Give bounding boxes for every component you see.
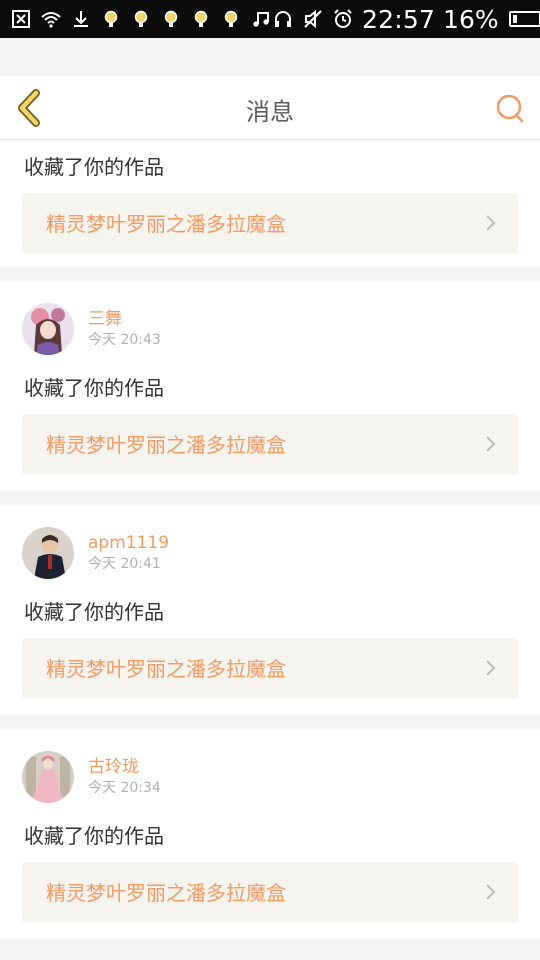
user-row: 古玲珑 今天 20:34	[22, 750, 161, 804]
status-right: 22:57 16%	[272, 7, 540, 32]
headphones-icon	[272, 8, 294, 30]
header-bar: 消息	[0, 76, 540, 140]
user-meta: apm1119 今天 20:41	[88, 533, 169, 573]
message-time: 今天 20:41	[88, 556, 161, 573]
work-link[interactable]: 精灵梦叶罗丽之潘多拉魔盒	[22, 862, 518, 923]
avatar[interactable]	[22, 751, 74, 803]
status-time: 22:57	[362, 4, 436, 34]
bulb-icon	[100, 8, 122, 30]
action-text: 收藏了你的作品	[24, 600, 164, 624]
work-title: 精灵梦叶罗丽之潘多拉魔盒	[46, 880, 286, 905]
work-title: 精灵梦叶罗丽之潘多拉魔盒	[46, 432, 286, 457]
chevron-right-icon	[486, 660, 496, 676]
message-card: 收藏了你的作品 精灵梦叶罗丽之潘多拉魔盒	[0, 141, 540, 267]
user-meta: 三舞 今天 20:43	[88, 309, 161, 349]
message-card: apm1119 今天 20:41 收藏了你的作品 精灵梦叶罗丽之潘多拉魔盒	[0, 505, 540, 715]
message-card: 三舞 今天 20:43 收藏了你的作品 精灵梦叶罗丽之潘多拉魔盒	[0, 281, 540, 491]
mute-icon	[302, 8, 324, 30]
action-text: 收藏了你的作品	[24, 824, 164, 848]
bulb-icon	[190, 8, 212, 30]
search-button[interactable]	[494, 92, 526, 124]
message-time: 今天 20:34	[88, 780, 161, 797]
user-meta: 古玲珑 今天 20:34	[88, 757, 161, 797]
avatar-anime-girl	[22, 303, 74, 355]
bulb-icon	[220, 8, 242, 30]
search-icon	[496, 94, 524, 123]
work-title: 精灵梦叶罗丽之潘多拉魔盒	[46, 211, 286, 236]
work-link[interactable]: 精灵梦叶罗丽之潘多拉魔盒	[22, 414, 518, 475]
work-link[interactable]: 精灵梦叶罗丽之潘多拉魔盒	[22, 193, 518, 254]
work-title: 精灵梦叶罗丽之潘多拉魔盒	[46, 656, 286, 681]
avatar[interactable]	[22, 527, 74, 579]
battery-level	[512, 15, 517, 23]
wifi-icon	[40, 8, 62, 30]
action-text: 收藏了你的作品	[24, 376, 164, 400]
avatar-pink-dress	[22, 751, 74, 803]
alarm-icon	[332, 8, 354, 30]
status-bar: 22:57 16%	[0, 0, 540, 38]
message-time: 今天 20:43	[88, 332, 161, 349]
user-name[interactable]: 三舞	[88, 309, 161, 329]
bulb-icon	[130, 8, 152, 30]
music-note-icon	[250, 8, 272, 30]
battery-percent: 16%	[443, 4, 499, 34]
bulb-icon	[160, 8, 182, 30]
user-name[interactable]: 古玲珑	[88, 757, 161, 777]
battery-icon	[508, 11, 540, 27]
user-row: apm1119 今天 20:41	[22, 526, 169, 580]
close-box-icon	[10, 8, 32, 30]
user-name[interactable]: apm1119	[88, 533, 169, 553]
user-row: 三舞 今天 20:43	[22, 302, 161, 356]
action-text: 收藏了你的作品	[24, 155, 164, 179]
chevron-right-icon	[486, 215, 496, 231]
chevron-right-icon	[486, 884, 496, 900]
avatar[interactable]	[22, 303, 74, 355]
download-icon	[70, 8, 92, 30]
status-left-icons	[10, 8, 272, 30]
message-list: 收藏了你的作品 精灵梦叶罗丽之潘多拉魔盒 三舞 今天 20:43 收藏了你的作品…	[0, 141, 540, 939]
page-title: 消息	[246, 98, 294, 126]
message-card: 古玲珑 今天 20:34 收藏了你的作品 精灵梦叶罗丽之潘多拉魔盒	[0, 729, 540, 939]
work-link[interactable]: 精灵梦叶罗丽之潘多拉魔盒	[22, 638, 518, 699]
avatar-man	[22, 527, 74, 579]
chevron-right-icon	[486, 436, 496, 452]
